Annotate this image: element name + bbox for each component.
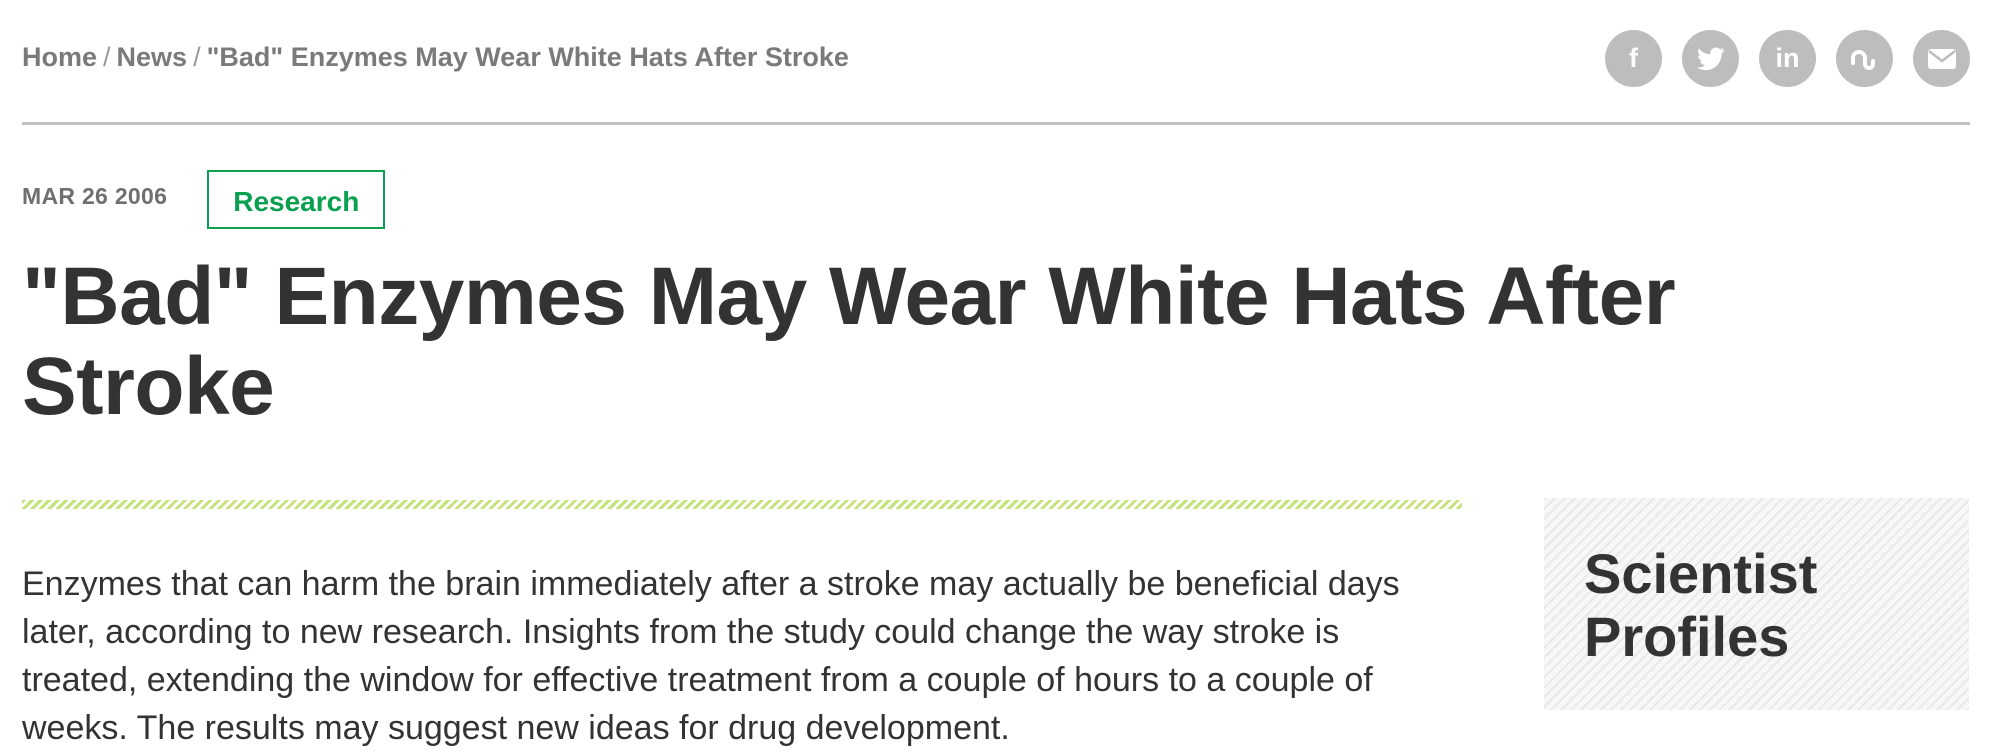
breadcrumb-separator: / xyxy=(193,42,201,72)
article-title: "Bad" Enzymes May Wear White Hats After … xyxy=(22,251,1676,432)
facebook-icon[interactable]: f xyxy=(1605,30,1662,87)
article-body: Enzymes that can harm the brain immediat… xyxy=(22,565,1400,747)
category-tag[interactable]: Research xyxy=(207,170,386,229)
top-bar: Home / News / "Bad" Enzymes May Wear White H… xyxy=(22,30,1970,125)
breadcrumb-current: "Bad" Enzymes May Wear White Hats After … xyxy=(206,42,849,72)
article-date: MAR 26 2006 xyxy=(22,183,168,209)
twitter-bird-shape xyxy=(1696,46,1725,70)
article-meta: MAR 26 2006 Research xyxy=(22,170,386,229)
email-icon[interactable] xyxy=(1913,30,1970,87)
envelope-shape xyxy=(1927,48,1956,69)
breadcrumb-home-link[interactable]: Home xyxy=(22,42,97,72)
breadcrumb: Home / News / "Bad" Enzymes May Wear White H… xyxy=(22,42,849,73)
twitter-icon[interactable] xyxy=(1682,30,1739,87)
scientist-profiles-panel: Scientist Profiles xyxy=(1544,498,1969,710)
stumbleupon-shape xyxy=(1850,49,1875,70)
breadcrumb-separator: / xyxy=(103,42,111,72)
stumbleupon-icon[interactable] xyxy=(1836,30,1893,87)
linkedin-icon[interactable]: in xyxy=(1759,30,1816,87)
social-share-bar: f in xyxy=(1605,30,1970,87)
scientist-profiles-heading: Scientist Profiles xyxy=(1584,542,1818,668)
breadcrumb-news-link[interactable]: News xyxy=(117,42,188,72)
hatched-divider xyxy=(22,500,1462,509)
